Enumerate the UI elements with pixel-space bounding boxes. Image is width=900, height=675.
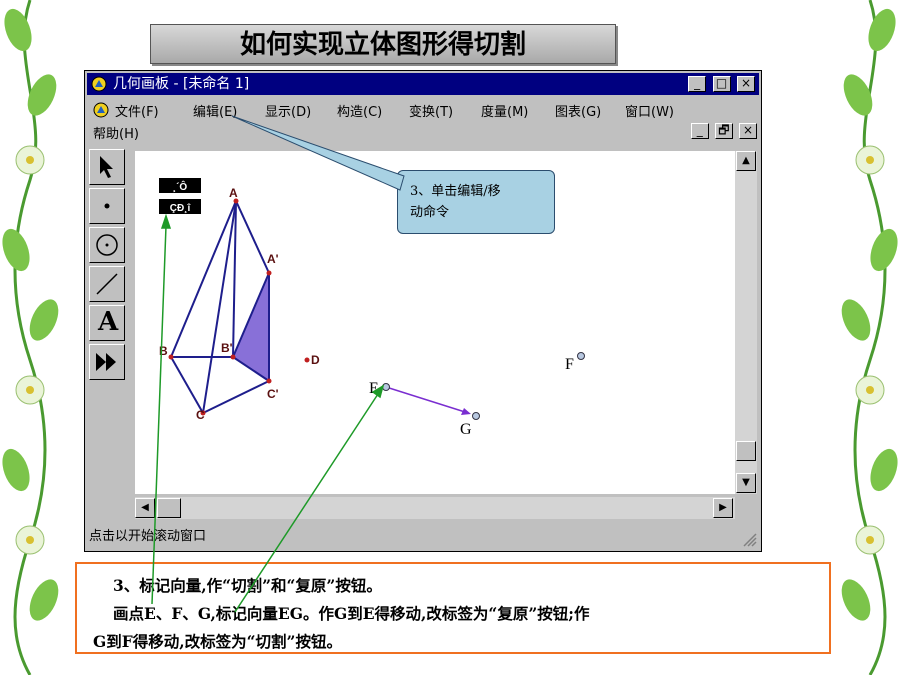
scroll-down-button[interactable]: ▼ xyxy=(736,473,756,493)
scroll-corner xyxy=(735,497,757,519)
doc-restore-button[interactable]: 🗗 xyxy=(714,123,733,139)
label-F: F xyxy=(565,356,574,373)
label-B-prime: B' xyxy=(221,341,233,355)
note-line-2: 画点E、F、G,标记向量EG。作G到E得移动,改标签为“复原”按钮;作 xyxy=(113,604,590,623)
menu-edit[interactable]: 编辑(E) xyxy=(193,101,237,120)
point-D[interactable] xyxy=(304,357,310,363)
cut-action-button[interactable]: ÇÐ¸î xyxy=(159,199,201,214)
note-line-1: 3、标记向量,作“切割”和“复原”按钮。 xyxy=(113,576,382,595)
menu-measure[interactable]: 度量(M) xyxy=(481,101,528,120)
menu-window[interactable]: 窗口(W) xyxy=(625,101,674,120)
slide-title: 如何实现立体图形得切割 xyxy=(150,24,616,64)
label-E: E xyxy=(369,380,379,397)
point-C-prime[interactable] xyxy=(266,378,272,384)
menu-bar: 文件(F) 编辑(E) 显示(D) 构造(C) 变换(T) 度量(M) 图表(G… xyxy=(89,99,759,143)
callout-line-2: 动命令 xyxy=(410,205,450,220)
instruction-note: 3、标记向量,作“切割”和“复原”按钮。 画点E、F、G,标记向量EG。作G到E… xyxy=(75,562,831,654)
menu-display[interactable]: 显示(D) xyxy=(265,101,311,120)
close-button[interactable]: × xyxy=(737,76,755,92)
menu-transform[interactable]: 变换(T) xyxy=(409,101,453,120)
tool-palette: A xyxy=(89,149,129,380)
point-B-prime[interactable] xyxy=(230,354,236,360)
label-C: C xyxy=(196,408,205,422)
vector-EG xyxy=(385,386,466,413)
fast-forward-icon xyxy=(96,353,116,371)
text-tool[interactable]: A xyxy=(89,305,125,341)
horizontal-scrollbar[interactable]: ◀ ▶ xyxy=(135,497,735,519)
sketchpad-window: 几何画板 - [未命名 1] _ □ × 文件(F) 编辑(E) 显示(D) 构… xyxy=(84,70,762,552)
point-A-prime[interactable] xyxy=(266,270,272,276)
cut-face xyxy=(233,273,269,381)
minimize-button[interactable]: _ xyxy=(688,76,707,92)
scroll-left-button[interactable]: ◀ xyxy=(135,498,155,518)
line-tool[interactable] xyxy=(89,266,125,302)
horizontal-scroll-thumb[interactable] xyxy=(157,498,181,518)
point-icon xyxy=(104,203,110,209)
sketchpad-app-icon xyxy=(91,76,107,92)
text-tool-icon: A xyxy=(98,307,119,337)
point-B[interactable] xyxy=(168,354,174,360)
status-bar: 点击以开始滚动窗口 xyxy=(89,525,759,549)
menu-construct[interactable]: 构造(C) xyxy=(337,101,382,120)
doc-close-button[interactable]: × xyxy=(739,123,757,139)
menu-graph[interactable]: 图表(G) xyxy=(555,101,601,120)
menu-file[interactable]: 文件(F) xyxy=(115,101,159,120)
cut-button-label: ÇÐ¸î xyxy=(170,203,192,214)
restore-action-button[interactable]: ¸´Ô­ xyxy=(159,178,201,193)
point-F[interactable] xyxy=(577,352,585,360)
label-A-prime: A' xyxy=(267,252,279,266)
circle-tool[interactable] xyxy=(89,227,125,263)
vertical-scrollbar[interactable]: ▲ ▼ xyxy=(735,151,757,494)
point-tool[interactable] xyxy=(89,188,125,224)
point-G[interactable] xyxy=(472,412,480,420)
status-text: 点击以开始滚动窗口 xyxy=(89,529,207,544)
scroll-up-button[interactable]: ▲ xyxy=(736,151,756,171)
floral-vine-left xyxy=(2,0,59,675)
window-title-bar[interactable]: 几何画板 - [未命名 1] _ □ × xyxy=(87,73,759,95)
scroll-right-button[interactable]: ▶ xyxy=(713,498,733,518)
point-E[interactable] xyxy=(382,383,390,391)
floral-vine-right xyxy=(841,0,898,675)
polyhedron-points xyxy=(168,198,310,416)
vertical-scroll-thumb[interactable] xyxy=(736,441,756,461)
menu-help[interactable]: 帮助(H) xyxy=(93,123,139,142)
label-A: A xyxy=(229,186,238,200)
arrow-tool[interactable] xyxy=(89,149,125,185)
line-icon xyxy=(96,273,118,295)
label-B: B xyxy=(159,344,168,358)
label-D: D xyxy=(311,353,320,367)
instruction-callout: 3、单击编辑/移 动命令 xyxy=(397,170,555,234)
circle-icon xyxy=(96,234,118,256)
resize-grip-icon[interactable] xyxy=(741,531,757,547)
window-title: 几何画板 - [未命名 1] xyxy=(113,76,250,92)
arrow-icon xyxy=(100,156,113,178)
script-tool[interactable] xyxy=(89,344,125,380)
polyhedron-edges xyxy=(170,200,270,414)
maximize-button[interactable]: □ xyxy=(712,76,731,92)
restore-button-label: ¸´Ô­ xyxy=(173,180,188,193)
callout-line-1: 3、单击编辑/移 xyxy=(410,184,501,199)
document-icon[interactable] xyxy=(93,102,109,118)
vector-arrowhead xyxy=(461,408,471,415)
doc-minimize-button[interactable]: _ xyxy=(690,123,709,139)
note-line-3: G到F得移动,改标签为“切割”按钮。 xyxy=(93,632,342,651)
label-G: G xyxy=(460,421,472,438)
label-C-prime: C' xyxy=(267,387,279,401)
